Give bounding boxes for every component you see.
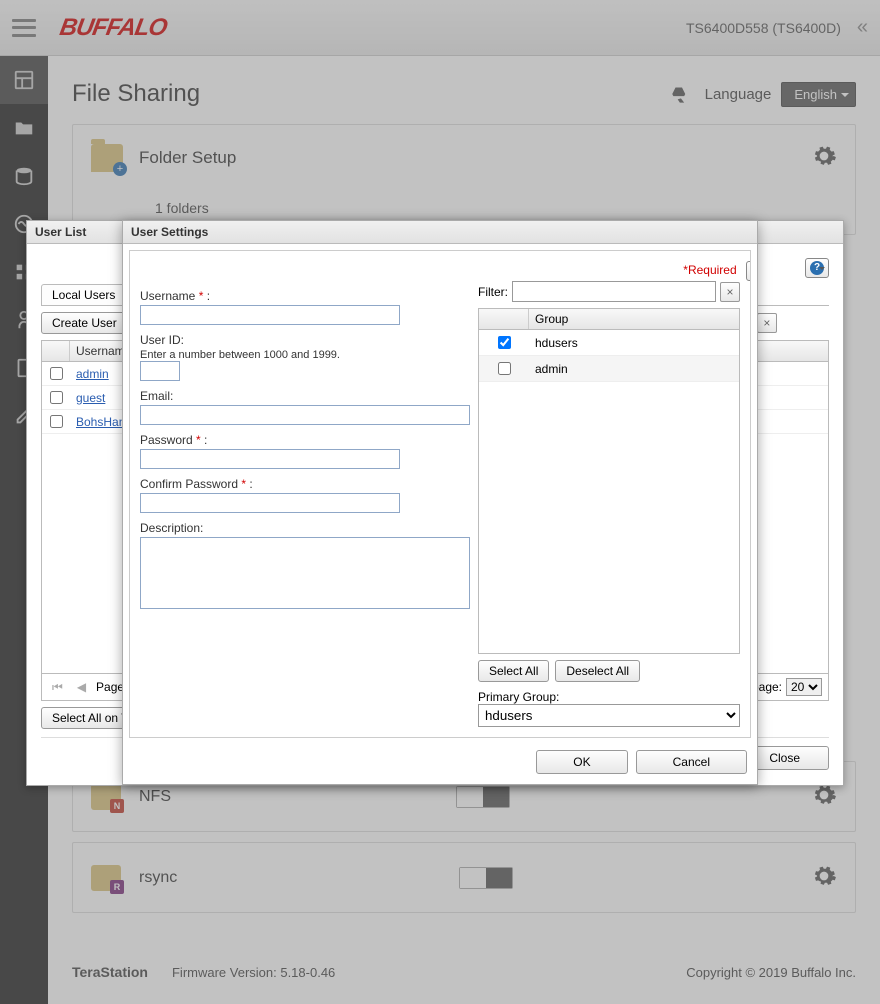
password-label: Password * :	[140, 433, 470, 447]
group-row[interactable]: admin	[479, 356, 739, 382]
user-settings-title: User Settings	[123, 221, 757, 244]
description-input[interactable]	[140, 537, 470, 609]
primary-group-label: Primary Group:	[478, 690, 559, 704]
filter-input[interactable]	[512, 281, 716, 302]
userid-label: User ID:	[140, 333, 470, 347]
username-label: Username * :	[140, 289, 470, 303]
user-link[interactable]: guest	[76, 391, 105, 405]
pager-page-label: Page	[96, 680, 124, 694]
group-header[interactable]: Group	[529, 309, 739, 329]
user-link[interactable]: BohsHan	[76, 415, 125, 429]
tab-local-users[interactable]: Local Users	[41, 284, 126, 305]
password-input[interactable]	[140, 449, 400, 469]
confirm-password-input[interactable]	[140, 493, 400, 513]
filter-clear-button[interactable]: ×	[720, 282, 740, 302]
userid-hint: Enter a number between 1000 and 1999.	[140, 349, 470, 361]
deselect-all-button[interactable]: Deselect All	[555, 660, 640, 682]
help-button[interactable]: ?	[805, 258, 829, 278]
group-row[interactable]: hdusers	[479, 330, 739, 356]
user-settings-modal: User Settings *Required ? Username * : U…	[122, 220, 758, 785]
pager-prev-icon[interactable]: ◀	[73, 680, 90, 694]
create-user-button[interactable]: Create User	[41, 312, 128, 334]
user-search-clear[interactable]: ×	[757, 313, 777, 333]
ok-button[interactable]: OK	[536, 750, 627, 774]
per-page-select[interactable]: 20	[786, 678, 822, 696]
user-checkbox[interactable]	[50, 391, 63, 404]
email-label: Email:	[140, 389, 470, 403]
user-checkbox[interactable]	[50, 415, 63, 428]
user-checkbox[interactable]	[50, 367, 63, 380]
group-checkbox[interactable]	[498, 362, 511, 375]
username-input[interactable]	[140, 305, 400, 325]
group-name: admin	[529, 362, 739, 376]
filter-label: Filter:	[478, 285, 508, 299]
cancel-button[interactable]: Cancel	[636, 750, 747, 774]
confirm-password-label: Confirm Password * :	[140, 477, 470, 491]
group-name: hdusers	[529, 336, 739, 350]
userid-input[interactable]	[140, 361, 180, 381]
help-button[interactable]: ?	[746, 261, 751, 281]
pager-first-icon[interactable]: ⏮	[48, 680, 67, 695]
select-all-button[interactable]: Select All	[478, 660, 549, 682]
user-link[interactable]: admin	[76, 367, 109, 381]
email-input[interactable]	[140, 405, 470, 425]
group-checkbox[interactable]	[498, 336, 511, 349]
description-label: Description:	[140, 521, 470, 535]
primary-group-select[interactable]: hdusers	[478, 704, 740, 727]
